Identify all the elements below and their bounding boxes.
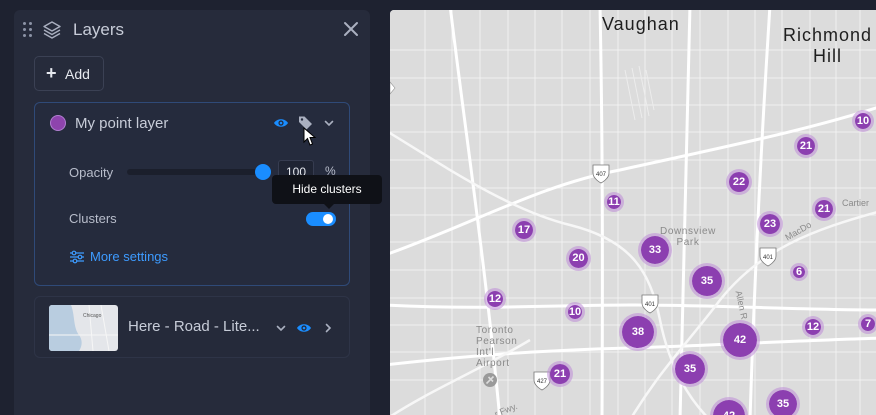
chevron-down-icon[interactable] xyxy=(275,322,287,334)
basemap-thumbnail: Chicago xyxy=(49,305,118,351)
thumb-label: Chicago xyxy=(83,313,102,319)
cluster-marker[interactable]: 21 xyxy=(794,134,818,158)
add-layer-button[interactable]: + Add xyxy=(34,56,104,91)
layers-icon xyxy=(43,21,61,39)
close-icon[interactable] xyxy=(340,18,362,40)
cluster-marker[interactable]: 23 xyxy=(757,211,783,237)
cluster-marker[interactable]: 21 xyxy=(547,361,573,387)
cluster-marker[interactable]: 12 xyxy=(484,288,506,310)
shield-427: 427 xyxy=(537,379,548,385)
cluster-marker[interactable]: 20 xyxy=(566,246,591,271)
layers-panel: Layers + Add My point layer Opacity 100 … xyxy=(14,10,382,415)
more-settings-label: More settings xyxy=(90,249,169,264)
tooltip: Hide clusters xyxy=(272,175,382,204)
map-view[interactable]: 407 401 401 427 Vaughan Richmond Hill Dow… xyxy=(390,10,876,415)
shield-401-a: 401 xyxy=(645,302,656,308)
cluster-marker[interactable]: 21 xyxy=(812,197,836,221)
panel-header: Layers xyxy=(14,10,370,50)
map-base: 407 401 401 427 xyxy=(390,10,876,415)
cluster-marker[interactable]: 35 xyxy=(672,351,708,387)
clusters-label: Clusters xyxy=(69,211,117,226)
shield-401-b: 401 xyxy=(763,255,774,261)
cluster-marker[interactable]: 33 xyxy=(638,233,672,267)
plus-icon: + xyxy=(46,63,57,83)
shield-407: 407 xyxy=(596,172,607,178)
street-label-cartier: Cartier xyxy=(842,198,870,208)
cluster-marker[interactable]: 7 xyxy=(858,314,876,334)
basemap-layer-card: Chicago Here - Road - Lite... xyxy=(34,296,350,358)
cluster-marker[interactable]: 35 xyxy=(689,263,725,299)
chevron-right-icon[interactable] xyxy=(322,322,334,334)
panel-title: Layers xyxy=(73,20,125,39)
airport-icon xyxy=(483,373,497,387)
area-label-pearson: Toronto Pearson Int'l Airport xyxy=(476,325,518,369)
opacity-label: Opacity xyxy=(69,165,114,180)
toggle-knob xyxy=(323,214,333,224)
cluster-marker[interactable]: 42 xyxy=(720,320,760,360)
eye-icon[interactable] xyxy=(273,117,289,129)
cluster-marker[interactable]: 35 xyxy=(766,387,800,415)
sliders-icon xyxy=(70,250,84,264)
cursor-icon xyxy=(303,127,317,146)
chevron-down-icon[interactable] xyxy=(323,117,335,129)
place-label-richmond-hill: Richmond Hill xyxy=(783,25,873,66)
cluster-marker[interactable]: 6 xyxy=(790,263,808,281)
opacity-slider-thumb[interactable] xyxy=(255,164,271,180)
eye-icon[interactable] xyxy=(296,322,312,334)
cluster-marker[interactable]: 10 xyxy=(852,110,874,132)
tooltip-arrow xyxy=(323,203,335,209)
cluster-marker[interactable]: 38 xyxy=(619,313,657,351)
cluster-marker[interactable]: 11 xyxy=(604,192,624,212)
basemap-name: Here - Road - Lite... xyxy=(128,318,260,335)
layer-name: My point layer xyxy=(75,115,169,132)
cluster-marker[interactable]: 12 xyxy=(802,316,824,338)
layer-color-swatch[interactable] xyxy=(50,115,66,131)
clusters-toggle[interactable] xyxy=(306,212,336,226)
cluster-marker[interactable]: 22 xyxy=(726,169,752,195)
drag-handle-icon[interactable] xyxy=(23,22,33,38)
add-label: Add xyxy=(65,66,90,82)
opacity-slider[interactable] xyxy=(127,164,271,180)
place-label-vaughan: Vaughan xyxy=(602,14,680,34)
cluster-marker[interactable]: 10 xyxy=(565,302,585,322)
cluster-marker[interactable]: 17 xyxy=(512,218,536,242)
